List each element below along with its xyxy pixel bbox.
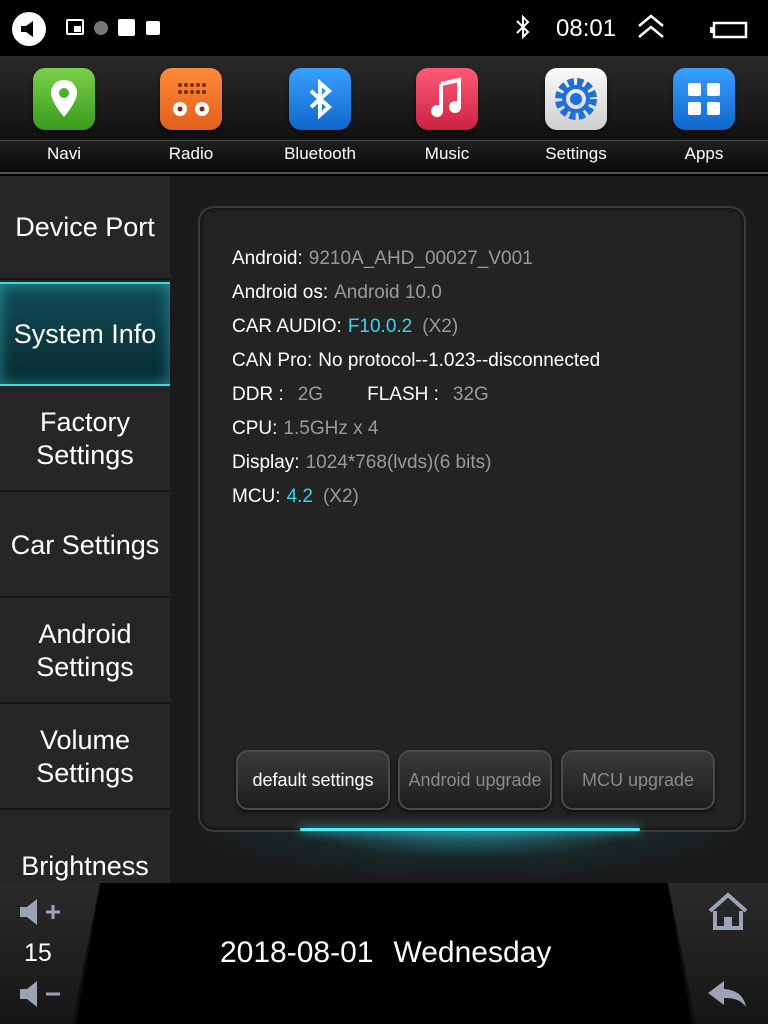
sidebar-item-factory-settings[interactable]: Factory Settings	[0, 388, 170, 492]
sidebar-item-label: Android Settings	[36, 619, 134, 682]
day-text: Wednesday	[393, 936, 552, 969]
sidebar-item-volume-settings[interactable]: Volume Settings	[0, 706, 170, 810]
info-label: DDR :	[232, 384, 284, 405]
grid-icon	[673, 68, 735, 130]
info-suffix: (X2)	[422, 316, 459, 337]
app-label: Music	[424, 144, 470, 163]
info-value: 9210A_AHD_00027_V001	[308, 248, 533, 269]
info-label: Android os:	[232, 282, 329, 303]
back-arrow-icon[interactable]	[706, 979, 750, 1009]
sidebar-item-label: Device Port	[15, 211, 155, 242]
sidebar-item-label: Volume Settings	[36, 725, 134, 788]
info-label: MCU:	[232, 486, 281, 507]
android-upgrade-button[interactable]: Android upgrade	[398, 750, 552, 810]
clock: 08:01	[556, 15, 617, 42]
info-value: F10.0.2	[347, 316, 413, 337]
date-display: 2018-08-01 Wednesday	[220, 936, 551, 970]
info-label: Android:	[232, 248, 303, 269]
info-value: No protocol--1.023--disconnected	[318, 350, 601, 371]
info-value: 32G	[452, 384, 489, 405]
sidebar-item-car-settings[interactable]: Car Settings	[0, 494, 170, 598]
radio-icon	[160, 68, 222, 130]
app-label: Navi	[46, 144, 81, 163]
app-settings[interactable]: Settings	[526, 68, 626, 164]
info-label: Display:	[232, 452, 300, 473]
sidebar-item-label: Brightness	[21, 851, 149, 881]
sidebar-item-label: Factory Settings	[36, 407, 134, 470]
info-row-can-pro: CAN Pro: No protocol--1.023--disconnected	[232, 344, 600, 378]
info-row-memory: DDR : 2G FLASH : 32G	[232, 378, 600, 412]
sidebar-item-system-info[interactable]: System Info	[0, 282, 170, 386]
app-shelf	[0, 140, 768, 172]
sidebar-item-brightness[interactable]: Brightness	[0, 812, 170, 883]
info-value: 4.2	[286, 486, 313, 507]
info-value: 2G	[297, 384, 324, 405]
volume-down-icon[interactable]	[18, 979, 64, 1009]
gear-icon	[545, 68, 607, 130]
status-bar: 08:01	[0, 0, 768, 56]
app-radio[interactable]: Radio	[141, 68, 241, 164]
dot-icon	[94, 21, 108, 35]
sidebar-item-device-port[interactable]: Device Port	[0, 176, 170, 280]
info-value: Android 10.0	[334, 282, 442, 303]
bottom-bar: 15 2018-08-01 Wednesday	[0, 883, 768, 1024]
info-label: FLASH :	[367, 384, 439, 405]
info-label: CAN Pro:	[232, 350, 313, 371]
sidebar-item-label: System Info	[13, 318, 157, 349]
date-text: 2018-08-01	[220, 936, 374, 969]
screen-icon	[66, 19, 84, 35]
info-label: CAR AUDIO:	[232, 316, 342, 337]
info-row-car-audio: CAR AUDIO: F10.0.2 (X2)	[232, 310, 600, 344]
info-row-android: Android: 9210A_AHD_00027_V001	[232, 242, 600, 276]
system-info-list: Android: 9210A_AHD_00027_V001 Android os:…	[232, 242, 600, 514]
info-suffix: (X2)	[322, 486, 359, 507]
app-launcher-bar: Navi Radio Bluetooth Music Settings Apps	[0, 56, 768, 174]
app-label: Settings	[545, 144, 607, 163]
square-icon	[118, 19, 135, 36]
music-note-icon	[416, 68, 478, 130]
app-bluetooth[interactable]: Bluetooth	[270, 68, 370, 164]
mcu-upgrade-button[interactable]: MCU upgrade	[561, 750, 715, 810]
app-navi[interactable]: Navi	[14, 68, 114, 164]
panel-glow	[170, 826, 768, 883]
settings-sidebar: Device Port System Info Factory Settings…	[0, 176, 170, 883]
system-info-pane: Android: 9210A_AHD_00027_V001 Android os:…	[170, 176, 768, 883]
app-label: Bluetooth	[284, 144, 356, 163]
battery-icon	[710, 21, 748, 39]
info-value: 1.5GHz x 4	[283, 418, 379, 439]
info-panel: Android: 9210A_AHD_00027_V001 Android os:…	[198, 206, 746, 832]
square-icon	[146, 21, 160, 35]
glow-line	[300, 828, 640, 831]
sidebar-item-label: Car Settings	[10, 529, 160, 560]
home-icon[interactable]	[706, 891, 750, 931]
bluetooth-icon	[289, 68, 351, 130]
default-settings-button[interactable]: default settings	[236, 750, 390, 810]
app-apps[interactable]: Apps	[654, 68, 754, 164]
volume-level: 15	[24, 939, 52, 967]
info-row-android-os: Android os: Android 10.0	[232, 276, 600, 310]
info-value: 1024*768(lvds)(6 bits)	[305, 452, 492, 473]
expand-up-icon[interactable]	[636, 14, 666, 40]
info-row-cpu: CPU: 1.5GHz x 4	[232, 412, 600, 446]
info-label: CPU:	[232, 418, 278, 439]
volume-up-icon[interactable]	[18, 897, 64, 927]
app-label: Radio	[168, 144, 214, 163]
map-pin-icon	[33, 68, 95, 130]
bluetooth-icon	[516, 14, 530, 40]
sidebar-item-android-settings[interactable]: Android Settings	[0, 600, 170, 704]
info-row-display: Display: 1024*768(lvds)(6 bits)	[232, 446, 600, 480]
app-label: Apps	[684, 144, 724, 163]
app-music[interactable]: Music	[397, 68, 497, 164]
back-icon[interactable]	[12, 12, 46, 46]
info-row-mcu: MCU: 4.2 (X2)	[232, 480, 600, 514]
